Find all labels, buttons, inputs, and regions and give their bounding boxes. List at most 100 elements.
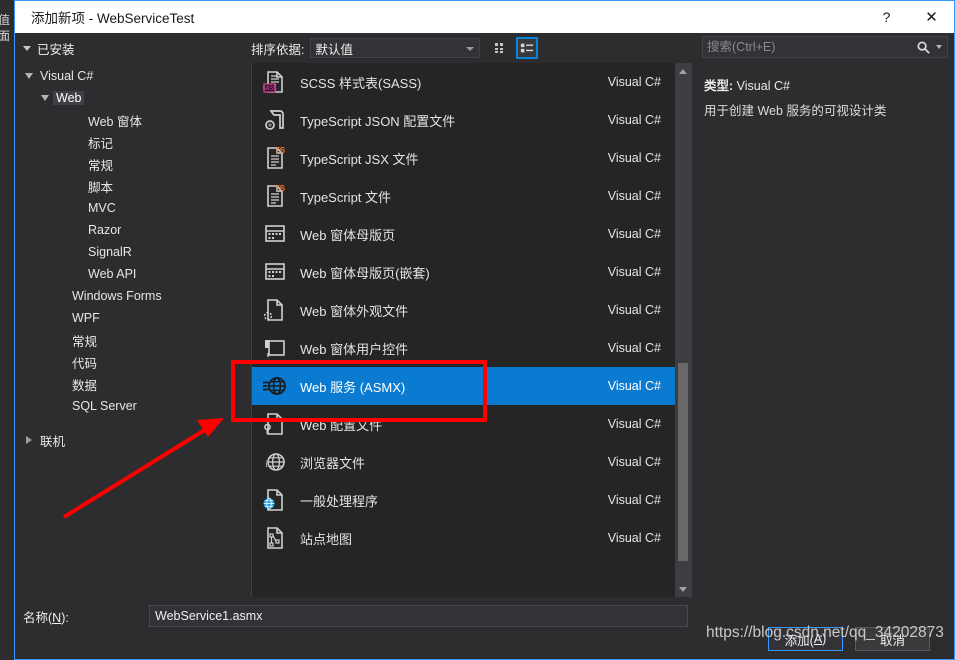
list-item-name: 浏览器文件 xyxy=(300,455,366,471)
scss-file-icon: SASS xyxy=(263,71,283,93)
sidebar-item-label: WPF xyxy=(72,311,100,325)
scroll-down-button[interactable] xyxy=(675,581,691,597)
sidebar-item-wpf[interactable]: WPF xyxy=(15,307,251,329)
list-item[interactable]: Web 窗体母版页 Visual C# xyxy=(252,215,675,253)
triangle-up-icon xyxy=(679,68,687,74)
list-view-button[interactable] xyxy=(516,37,539,59)
sidebar-item-sql-server[interactable]: SQL Server xyxy=(15,395,251,417)
sidebar-item-[interactable]: 常规 xyxy=(15,153,251,175)
list-item[interactable]: TS TypeScript JSX 文件 Visual C# xyxy=(252,139,675,177)
close-button[interactable]: ✕ xyxy=(909,1,954,33)
sidebar-item-[interactable]: 标记 xyxy=(15,131,251,153)
sidebar-item-label: 标记 xyxy=(88,136,114,151)
sidebar-item-[interactable]: 代码 xyxy=(15,351,251,373)
name-label-prefix: 名称( xyxy=(23,610,53,625)
sidebar-item-label: Web 窗体 xyxy=(88,114,142,129)
list-item-type: Visual C# xyxy=(607,417,661,431)
sidebar-item-label: 代码 xyxy=(72,356,98,371)
name-row: 名称(N): xyxy=(15,605,954,627)
triangle-down-icon xyxy=(679,586,687,592)
sitemap-icon xyxy=(262,525,288,551)
sidebar-item-windows-forms[interactable]: Windows Forms xyxy=(15,285,251,307)
template-list-pane: SASS SCSS 样式表(SASS) Visual C# TypeScript J… xyxy=(251,63,692,597)
sidebar-item-web[interactable]: Web xyxy=(15,87,251,109)
list-item-name: 站点地图 xyxy=(300,531,353,547)
web-config-icon xyxy=(264,413,283,435)
list-item-name: TypeScript 文件 xyxy=(300,189,392,205)
sidebar-item-label: Visual C# xyxy=(40,69,94,83)
sidebar-item-[interactable]: 常规 xyxy=(15,329,251,351)
sidebar-item-mvc[interactable]: MVC xyxy=(15,197,251,219)
list-item-name: Web 配置文件 xyxy=(300,417,383,433)
dialog-footer: 名称(N): 添加(A) 取消 xyxy=(15,597,954,659)
scrollbar-thumb[interactable] xyxy=(678,363,688,561)
user-control-icon xyxy=(265,340,285,357)
sidebar-item-razor[interactable]: Razor xyxy=(15,219,251,241)
template-list-scrollbar[interactable] xyxy=(675,63,691,597)
list-item[interactable]: Web 服务 (ASMX) Visual C# xyxy=(252,367,675,405)
sidebar-item-[interactable]: 脚本 xyxy=(15,175,251,197)
list-item-type: Visual C# xyxy=(607,341,661,355)
list-item[interactable]: SASS SCSS 样式表(SASS) Visual C# xyxy=(252,63,675,101)
skin-file-icon xyxy=(263,299,283,321)
list-item-name: Web 窗体母版页(嵌套) xyxy=(300,265,430,281)
sort-dropdown[interactable]: 默认值 xyxy=(310,38,481,58)
typescript-jsx-icon: TS xyxy=(267,146,286,169)
sidebar-item-web-api[interactable]: Web API xyxy=(15,263,251,285)
sidebar-item-label: 常规 xyxy=(88,158,114,173)
sidebar-item-[interactable]: 数据 xyxy=(15,373,251,395)
sidebar-item-visual-c[interactable]: Visual C# xyxy=(15,65,251,87)
sidebar-item-[interactable]: 联机 xyxy=(15,429,251,451)
cancel-button[interactable]: 取消 xyxy=(855,627,930,651)
list-item[interactable]: 一般处理程序 Visual C# xyxy=(252,481,675,519)
list-item[interactable]: Web 窗体用户控件 Visual C# xyxy=(252,329,675,367)
sidebar-item-label: 联机 xyxy=(40,434,66,449)
name-label-accesskey: N xyxy=(52,610,62,625)
list-item-name: Web 窗体外观文件 xyxy=(300,303,409,319)
installed-header[interactable]: 已安装 xyxy=(15,39,251,58)
generic-handler-icon xyxy=(262,487,288,513)
add-button[interactable]: 添加(A) xyxy=(768,627,843,651)
list-item[interactable]: TypeScript JSON 配置文件 Visual C# xyxy=(252,101,675,139)
sidebar-item-label: Web API xyxy=(88,267,137,281)
add-label-suffix: ) xyxy=(822,632,827,646)
sidebar-item-label: 数据 xyxy=(72,378,98,393)
name-label-suffix: ): xyxy=(61,610,69,625)
help-button[interactable]: ? xyxy=(864,1,909,33)
list-item-type: Visual C# xyxy=(607,531,661,545)
list-item-name: TypeScript JSX 文件 xyxy=(300,151,419,167)
sidebar-item-label: Razor xyxy=(88,223,122,237)
add-label-prefix: 添加( xyxy=(784,633,814,648)
browser-file-icon: i xyxy=(262,449,288,475)
list-item-type: Visual C# xyxy=(607,151,661,165)
typescript-file-icon: TS xyxy=(262,183,288,209)
svg-text:SASS: SASS xyxy=(263,85,277,92)
web-config-icon xyxy=(262,411,288,437)
chevron-down-icon xyxy=(23,46,31,51)
list-item-name: Web 服务 (ASMX) xyxy=(300,379,406,395)
list-item[interactable]: Web 窗体母版页(嵌套) Visual C# xyxy=(252,253,675,291)
tsconfig-json-icon xyxy=(265,110,284,130)
name-input[interactable] xyxy=(149,605,688,627)
sidebar-item-label: Web xyxy=(53,91,85,105)
search-box[interactable] xyxy=(702,36,948,58)
list-item[interactable]: 站点地图 Visual C# xyxy=(252,519,675,557)
list-item[interactable]: TS TypeScript 文件 Visual C# xyxy=(252,177,675,215)
tile-view-button[interactable] xyxy=(490,37,512,59)
search-dropdown-icon[interactable] xyxy=(936,45,942,49)
dialog-title: 添加新项 - WebServiceTest xyxy=(31,11,195,26)
sidebar-item-signalr[interactable]: SignalR xyxy=(15,241,251,263)
list-item[interactable]: i 浏览器文件 Visual C# xyxy=(252,443,675,481)
list-item[interactable]: Web 配置文件 Visual C# xyxy=(252,405,675,443)
search-input[interactable] xyxy=(707,40,907,54)
list-view-icon xyxy=(521,43,534,53)
screenshot-root: 值 面 添加新项 - WebServiceTest ? ✕ 已安装 排序依据: xyxy=(0,0,955,660)
list-item[interactable]: Web 窗体外观文件 Visual C# xyxy=(252,291,675,329)
sidebar-item-web[interactable]: Web 窗体 xyxy=(15,109,251,131)
scroll-up-button[interactable] xyxy=(675,63,691,79)
sort-control: 排序依据: 默认值 xyxy=(251,38,481,58)
triangle-collapsed-icon xyxy=(21,436,37,444)
sidebar-item-label: Windows Forms xyxy=(72,289,162,303)
chevron-down-icon xyxy=(466,47,475,51)
dialog-titlebar: 添加新项 - WebServiceTest ? ✕ xyxy=(15,1,954,33)
